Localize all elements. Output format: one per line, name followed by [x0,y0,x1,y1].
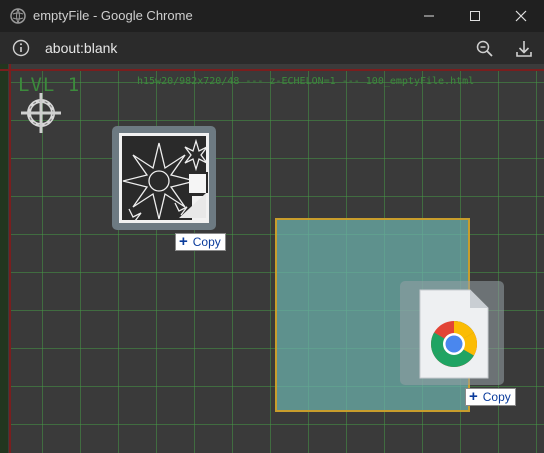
crosshair-icon [21,93,61,133]
plus-icon: + [469,388,478,405]
chrome-file-icon [419,289,489,379]
copy-label: Copy [192,235,221,249]
star-pattern-icon [119,133,209,223]
maximize-button[interactable] [452,0,498,32]
copy-label: Copy [482,390,511,404]
boundary-line-left [9,64,11,453]
download-icon[interactable] [513,38,535,60]
address-bar: about:blank [0,32,544,64]
window-titlebar: emptyFile - Google Chrome [0,0,544,32]
close-button[interactable] [498,0,544,32]
close-icon [515,10,527,22]
boundary-line-top [0,69,544,71]
copy-badge: + Copy [175,233,226,251]
window-title: emptyFile - Google Chrome [33,8,193,23]
copy-badge: + Copy [465,388,516,406]
info-icon[interactable] [12,39,30,57]
url-field[interactable]: about:blank [45,40,117,56]
minimize-button[interactable] [406,0,452,32]
zoom-out-icon[interactable] [474,38,496,60]
pattern-image-tile[interactable] [112,126,216,230]
left-edge-strip [0,64,8,453]
maximize-icon [470,11,480,21]
globe-icon [10,8,26,24]
minimize-icon [424,15,434,17]
chrome-file-tile[interactable] [400,281,504,385]
plus-icon: + [179,233,188,250]
debug-text: h15w20/982x720/48 --- z-ECHELON=1 --- 10… [137,76,475,87]
